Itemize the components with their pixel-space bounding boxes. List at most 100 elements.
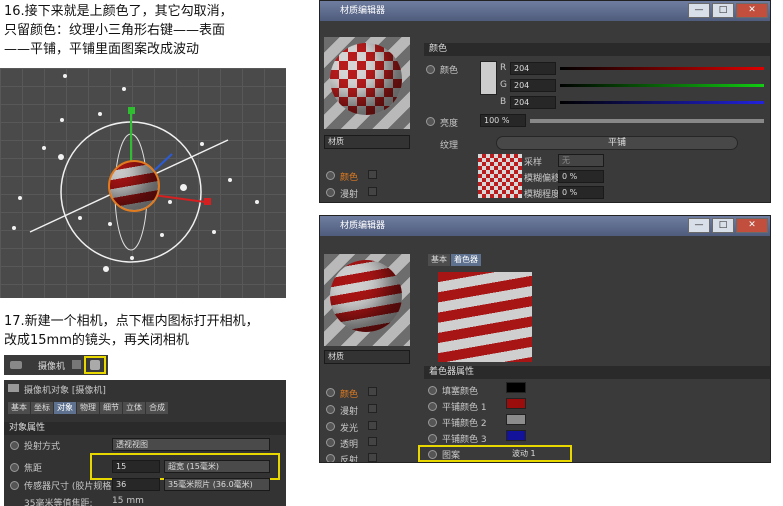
scene-light xyxy=(108,222,112,226)
b-input[interactable]: 204 xyxy=(510,96,556,109)
tab-composition[interactable]: 合成 xyxy=(146,402,168,414)
focal-highlight-box xyxy=(90,453,280,480)
channel-color[interactable]: 颜色 xyxy=(340,170,358,183)
fill-color-swatch[interactable] xyxy=(506,382,526,393)
channel-diffuse[interactable]: 漫射 xyxy=(340,187,358,200)
color-label: 颜色 xyxy=(440,66,459,76)
channel-reflection-radio[interactable] xyxy=(326,454,335,462)
camera-tabs: 基本 坐标 对象 物理 细节 立体 合成 xyxy=(8,402,169,414)
blur-scale-input[interactable]: 0 % xyxy=(558,186,604,199)
channel-color[interactable]: 颜色 xyxy=(340,387,358,400)
tile-color-3-radio[interactable] xyxy=(428,434,437,443)
tab-stereo[interactable]: 立体 xyxy=(123,402,145,414)
tile-color-1-radio[interactable] xyxy=(428,402,437,411)
maximize-button[interactable]: □ xyxy=(712,218,734,233)
sample-select[interactable]: 无 xyxy=(558,154,604,167)
channel-transparency[interactable]: 透明 xyxy=(340,437,358,450)
g-slider[interactable] xyxy=(560,84,764,87)
scene-light xyxy=(200,142,204,146)
tab-shader[interactable]: 着色器 xyxy=(451,254,481,266)
tile-color-2-swatch[interactable] xyxy=(506,414,526,425)
tab-object[interactable]: 对象 xyxy=(54,402,76,414)
scene-light xyxy=(255,200,259,204)
projection-radio[interactable] xyxy=(10,441,19,450)
camera-toggle-icon[interactable] xyxy=(90,360,100,370)
sensor-radio[interactable] xyxy=(10,481,19,490)
brightness-input[interactable]: 100 % xyxy=(480,114,526,127)
scene-light xyxy=(103,266,109,272)
tile-color-3-swatch[interactable] xyxy=(506,430,526,441)
tile-color-2-radio[interactable] xyxy=(428,418,437,427)
channel-diffuse-radio[interactable] xyxy=(326,188,335,197)
channel-luminance-checkbox[interactable] xyxy=(368,421,377,430)
channel-color-radio[interactable] xyxy=(326,171,335,180)
sphere-object[interactable] xyxy=(108,160,160,212)
minimize-button[interactable]: — xyxy=(688,3,710,18)
channel-transparency-radio[interactable] xyxy=(326,438,335,447)
fov-value: 15 mm xyxy=(112,496,144,506)
scene-light xyxy=(160,233,164,237)
brightness-label: 亮度 xyxy=(440,119,459,129)
scene-light xyxy=(168,200,172,204)
blur-offset-input[interactable]: 0 % xyxy=(558,170,604,183)
scene-light xyxy=(98,112,102,116)
tab-coord[interactable]: 坐标 xyxy=(31,402,53,414)
channel-color-radio[interactable] xyxy=(326,388,335,397)
minimize-button[interactable]: — xyxy=(688,218,710,233)
projection-select[interactable]: 透视视图 xyxy=(112,438,270,451)
shader-section-header: 着色器属性 xyxy=(424,366,770,379)
b-slider[interactable] xyxy=(560,101,764,104)
tab-detail[interactable]: 细节 xyxy=(100,402,122,414)
color-radio[interactable] xyxy=(426,65,435,74)
r-input[interactable]: 204 xyxy=(510,62,556,75)
channel-diffuse-radio[interactable] xyxy=(326,405,335,414)
scene-light xyxy=(228,178,232,182)
g-label: G xyxy=(500,80,507,90)
color-swatch[interactable] xyxy=(480,61,497,95)
channel-diffuse-checkbox[interactable] xyxy=(368,187,377,196)
pen-icon[interactable] xyxy=(72,360,81,369)
channel-diffuse[interactable]: 漫射 xyxy=(340,404,358,417)
material-name[interactable]: 材质 xyxy=(324,350,410,364)
camera-object-icon xyxy=(8,384,19,392)
fill-color-label: 填塞颜色 xyxy=(442,387,479,397)
scene-light xyxy=(130,256,134,260)
channel-luminance-radio[interactable] xyxy=(326,422,335,431)
sample-label: 采样 xyxy=(524,158,543,168)
tab-basic[interactable]: 基本 xyxy=(8,402,30,414)
channel-luminance[interactable]: 发光 xyxy=(340,421,358,434)
channel-color-checkbox[interactable] xyxy=(368,387,377,396)
scene-light xyxy=(63,74,67,78)
g-input[interactable]: 204 xyxy=(510,79,556,92)
step17-line1: 17.新建一个相机，点下框内图标打开相机， xyxy=(4,314,259,329)
step16-line1: 16.接下来就是上颜色了，其它勾取消， xyxy=(4,4,233,19)
tile-color-1-swatch[interactable] xyxy=(506,398,526,409)
channel-transparency-checkbox[interactable] xyxy=(368,437,377,446)
channel-diffuse-checkbox[interactable] xyxy=(368,404,377,413)
fill-color-radio[interactable] xyxy=(428,386,437,395)
scene-light xyxy=(212,230,216,234)
blur-scale-label: 模糊程度 xyxy=(524,190,561,200)
maximize-button[interactable]: □ xyxy=(712,3,734,18)
sensor-input[interactable]: 36 xyxy=(112,478,160,491)
r-slider[interactable] xyxy=(560,67,764,70)
tile-color-1-label: 平铺颜色 1 xyxy=(442,403,487,413)
channel-reflection[interactable]: 反射 xyxy=(340,453,358,462)
tab-physical[interactable]: 物理 xyxy=(77,402,99,414)
sensor-preset-select[interactable]: 35毫米照片 (36.0毫米) xyxy=(164,478,270,491)
camera-icon[interactable] xyxy=(10,361,22,369)
brightness-radio[interactable] xyxy=(426,117,435,126)
tab-basic[interactable]: 基本 xyxy=(428,254,450,266)
focal-radio[interactable] xyxy=(10,463,19,472)
channel-reflection-checkbox[interactable] xyxy=(368,453,377,462)
channel-color-checkbox[interactable] xyxy=(368,170,377,179)
close-button[interactable]: ✕ xyxy=(736,218,768,233)
close-button[interactable]: ✕ xyxy=(736,3,768,18)
texture-thumbnail xyxy=(478,154,522,198)
material-name[interactable]: 材质 xyxy=(324,135,410,149)
3d-viewport[interactable] xyxy=(0,68,286,298)
brightness-slider[interactable] xyxy=(530,119,764,123)
scene-light xyxy=(42,146,46,150)
preview-sphere xyxy=(330,260,402,332)
texture-button[interactable]: 平铺 xyxy=(496,136,738,150)
